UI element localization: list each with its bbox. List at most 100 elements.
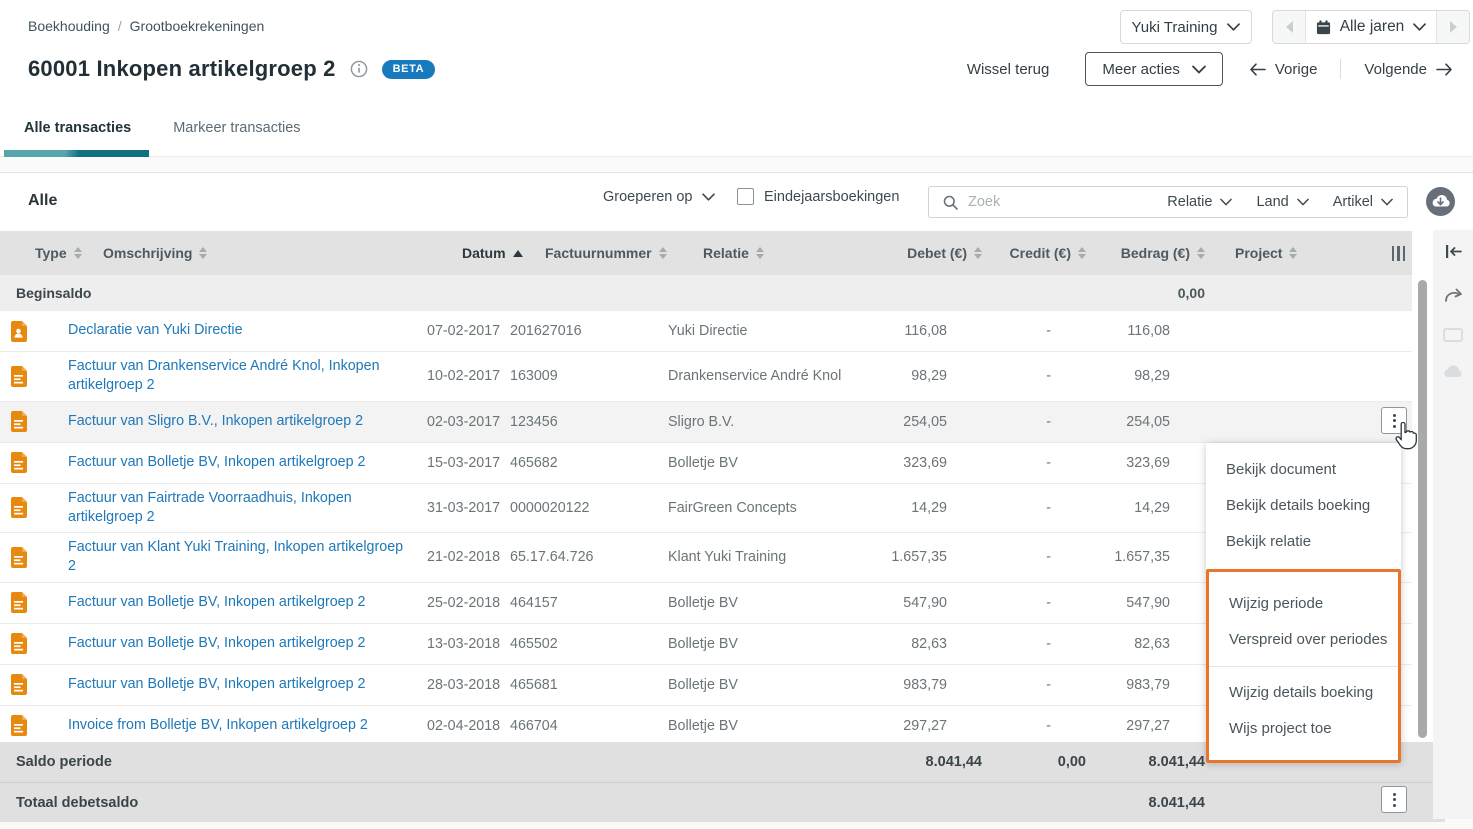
meer-acties-button[interactable]: Meer acties — [1085, 52, 1223, 86]
collapse-panel-icon[interactable] — [1444, 244, 1463, 264]
menu-item-wijs-project-toe[interactable]: Wijs project toe — [1209, 711, 1398, 747]
invoice-number: 0000020122 — [510, 500, 668, 516]
filter-land-dropdown[interactable]: Land — [1256, 194, 1308, 210]
chevron-down-icon — [1297, 198, 1309, 206]
invoice-number: 465682 — [510, 455, 668, 471]
totaal-debetsaldo-label: Totaal debetsaldo — [16, 795, 900, 811]
breadcrumb-item-grootboekrekeningen[interactable]: Grootboekrekeningen — [130, 18, 265, 34]
transaction-description-link[interactable]: Factuur van Sligro B.V., Inkopen artikel… — [68, 413, 363, 429]
credit-amount: - — [947, 549, 1051, 565]
invoice-document-icon — [10, 674, 27, 695]
bedrag-amount: 297,27 — [1051, 718, 1170, 734]
context-menu-edit-group-1: Wijzig periodeVerspreid over periodes — [1209, 586, 1398, 658]
download-export-button[interactable] — [1426, 187, 1455, 216]
chevron-down-icon — [1413, 23, 1426, 31]
column-header-bedrag[interactable]: Bedrag (€) — [1086, 245, 1205, 261]
tab-alle-transacties[interactable]: Alle transacties — [24, 120, 131, 146]
relation-name: Bolletje BV — [668, 636, 865, 652]
bedrag-amount: 116,08 — [1051, 323, 1170, 339]
sort-icon — [1197, 247, 1205, 259]
table-row[interactable]: Factuur van Bolletje BV, Inkopen artikel… — [0, 443, 1412, 484]
year-selector[interactable]: Alle jaren — [1306, 11, 1436, 43]
filter-relatie-dropdown[interactable]: Relatie — [1167, 194, 1232, 210]
tab-markeer-transacties[interactable]: Markeer transacties — [173, 120, 300, 146]
table-row[interactable]: Factuur van Bolletje BV, Inkopen artikel… — [0, 665, 1412, 706]
menu-item-bekijk-relatie[interactable]: Bekijk relatie — [1206, 523, 1401, 559]
table-row[interactable]: Factuur van Bolletje BV, Inkopen artikel… — [0, 624, 1412, 665]
table-row[interactable]: Factuur van Klant Yuki Training, Inkopen… — [0, 533, 1412, 583]
sort-icon — [1289, 247, 1297, 259]
table-row[interactable]: Factuur van Drankenservice André Knol, I… — [0, 352, 1412, 402]
triangle-left-icon — [1286, 21, 1293, 33]
debet-amount: 254,05 — [865, 414, 947, 430]
column-settings-icon[interactable] — [1392, 246, 1406, 261]
credit-amount: - — [947, 677, 1051, 693]
transaction-description-link[interactable]: Factuur van Drankenservice André Knol, I… — [68, 358, 380, 393]
transaction-description-link[interactable]: Factuur van Bolletje BV, Inkopen artikel… — [68, 676, 366, 692]
table-row[interactable]: Factuur van Fairtrade Voorraadhuis, Inko… — [0, 484, 1412, 534]
transaction-description-link[interactable]: Factuur van Fairtrade Voorraadhuis, Inko… — [68, 490, 352, 525]
menu-item-verspreid-over-periodes[interactable]: Verspreid over periodes — [1209, 622, 1398, 658]
breadcrumb-item-boekhouding[interactable]: Boekhouding — [28, 18, 110, 34]
arrow-right-icon — [1436, 63, 1453, 76]
table-row[interactable]: Declaratie van Yuki Directie 07-02-2017 … — [0, 311, 1412, 352]
column-header-factuurnummer[interactable]: Factuurnummer — [545, 245, 703, 261]
column-header-type[interactable]: Type — [35, 245, 103, 261]
vorige-label: Vorige — [1275, 61, 1318, 78]
groeperen-op-dropdown[interactable]: Groeperen op — [603, 189, 715, 205]
transaction-description-link[interactable]: Factuur van Bolletje BV, Inkopen artikel… — [68, 594, 366, 610]
previous-year-button[interactable] — [1273, 11, 1306, 43]
column-header-debet[interactable]: Debet (€) — [900, 245, 982, 261]
relation-name: Bolletje BV — [668, 595, 865, 611]
table-row[interactable]: Factuur van Bolletje BV, Inkopen artikel… — [0, 583, 1412, 624]
table-toolbar: Alle Groeperen op Eindejaarsboekingen Re… — [0, 173, 1473, 231]
chevron-down-icon — [1381, 198, 1393, 206]
credit-amount: - — [947, 500, 1051, 516]
vorige-button[interactable]: Vorige — [1249, 61, 1318, 78]
column-header-omschrijving[interactable]: Omschrijving — [103, 245, 462, 261]
table-row[interactable]: Factuur van Sligro B.V., Inkopen artikel… — [0, 402, 1412, 443]
transaction-description-link[interactable]: Factuur van Bolletje BV, Inkopen artikel… — [68, 454, 366, 470]
transaction-description-link[interactable]: Factuur van Klant Yuki Training, Inkopen… — [68, 539, 403, 574]
menu-item-bekijk-details-boeking[interactable]: Bekijk details boeking — [1206, 487, 1401, 523]
sort-icon — [1078, 247, 1086, 259]
box-icon — [1443, 328, 1463, 347]
menu-item-bekijk-document[interactable]: Bekijk document — [1206, 451, 1401, 487]
company-selector[interactable]: Yuki Training — [1120, 10, 1252, 44]
transaction-date: 25-02-2018 — [427, 595, 510, 611]
transaction-description-link[interactable]: Declaratie van Yuki Directie — [68, 322, 243, 338]
column-header-datum[interactable]: Datum — [462, 245, 545, 261]
filter-artikel-dropdown[interactable]: Artikel — [1333, 194, 1393, 210]
menu-item-wijzig-details-boeking[interactable]: Wijzig details boeking — [1209, 675, 1398, 711]
year-end-bookings-checkbox[interactable] — [737, 188, 754, 205]
chevron-down-icon — [1227, 23, 1240, 31]
column-header-credit[interactable]: Credit (€) — [982, 245, 1086, 261]
transaction-date: 02-04-2018 — [427, 718, 510, 734]
table-actions-button[interactable] — [1381, 786, 1407, 813]
cloud-icon — [1442, 363, 1464, 384]
context-menu-view-section: Bekijk documentBekijk details boekingBek… — [1206, 443, 1401, 569]
saldo-periode-credit: 0,00 — [982, 754, 1086, 770]
group-title: Alle — [28, 192, 57, 210]
wissel-terug-button[interactable]: Wissel terug — [967, 61, 1050, 78]
redo-icon[interactable] — [1442, 286, 1464, 308]
arrow-left-icon — [1249, 63, 1266, 76]
invoice-document-icon — [10, 366, 27, 387]
volgende-button[interactable]: Volgende — [1364, 61, 1453, 78]
menu-item-wijzig-periode[interactable]: Wijzig periode — [1209, 586, 1398, 622]
transaction-description-link[interactable]: Invoice from Bolletje BV, Inkopen artike… — [68, 717, 368, 733]
beginsaldo-row: Beginsaldo 0,00 — [0, 275, 1412, 311]
column-header-project[interactable]: Project — [1205, 245, 1345, 261]
table-row[interactable]: Invoice from Bolletje BV, Inkopen artike… — [0, 706, 1412, 742]
row-actions-button[interactable] — [1381, 407, 1407, 434]
cloud-download-icon — [1426, 187, 1455, 216]
column-header-relatie[interactable]: Relatie — [703, 245, 900, 261]
search-input[interactable] — [968, 194, 1157, 210]
info-icon[interactable] — [350, 60, 368, 78]
active-tab-indicator — [4, 150, 149, 157]
vertical-scrollbar[interactable] — [1418, 280, 1427, 738]
credit-amount: - — [947, 368, 1051, 384]
transaction-date: 02-03-2017 — [427, 414, 510, 430]
transaction-description-link[interactable]: Factuur van Bolletje BV, Inkopen artikel… — [68, 635, 366, 651]
next-year-button[interactable] — [1436, 11, 1469, 43]
